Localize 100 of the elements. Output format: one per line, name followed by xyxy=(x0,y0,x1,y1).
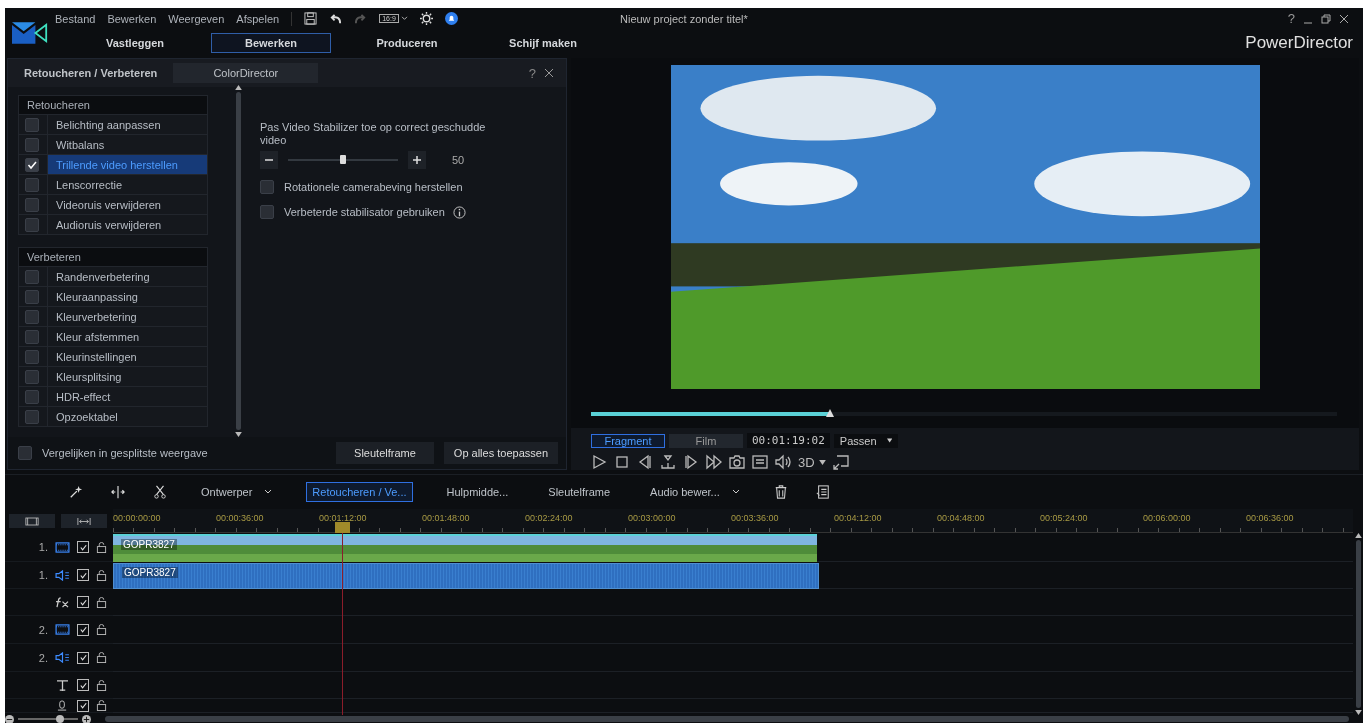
track-checkbox[interactable] xyxy=(77,699,89,712)
effect-item[interactable]: Kleurverbetering xyxy=(47,307,207,326)
checkbox[interactable] xyxy=(25,117,39,132)
checkbox[interactable] xyxy=(260,180,274,194)
lock-icon[interactable] xyxy=(96,596,107,608)
track-checkbox[interactable] xyxy=(77,651,89,664)
checkbox[interactable] xyxy=(25,137,39,152)
scroll-up-icon[interactable] xyxy=(1354,533,1362,538)
effect-item[interactable]: Kleuraanpassing xyxy=(47,287,207,306)
checkbox[interactable] xyxy=(25,217,39,232)
track-manager-button[interactable] xyxy=(9,514,55,528)
notification-icon[interactable] xyxy=(444,12,458,25)
track-checkbox[interactable] xyxy=(77,569,89,581)
effect-item[interactable]: Kleursplitsing xyxy=(47,367,207,386)
checkbox[interactable] xyxy=(25,269,39,284)
stop-icon[interactable] xyxy=(614,454,630,470)
checkbox[interactable] xyxy=(25,389,39,404)
scrubber[interactable] xyxy=(591,412,1337,416)
checkbox[interactable] xyxy=(25,329,39,344)
undo-icon[interactable] xyxy=(329,12,343,25)
lock-icon[interactable] xyxy=(96,569,107,581)
panel-button[interactable]: Op alles toepassen xyxy=(443,442,558,464)
redo-icon[interactable] xyxy=(354,12,368,25)
menu-item[interactable]: Bewerken xyxy=(107,12,157,25)
track-checkbox[interactable] xyxy=(77,679,89,691)
subtitles-icon[interactable] xyxy=(752,454,768,470)
previous-frame-icon[interactable] xyxy=(637,454,653,470)
split-icon[interactable] xyxy=(660,454,676,470)
split-icon[interactable] xyxy=(111,485,125,499)
audio-clip[interactable]: GOPR3827 xyxy=(113,563,819,589)
caret-icon[interactable] xyxy=(818,459,826,465)
nav-tab[interactable]: Vastleggen xyxy=(75,32,195,53)
panel-tab[interactable]: ColorDirector xyxy=(173,63,319,83)
horizontal-scrollbar[interactable] xyxy=(105,716,1349,722)
effect-item[interactable]: HDR-effect xyxy=(47,387,207,406)
zoom-out-icon[interactable] xyxy=(5,715,14,723)
play-icon[interactable] xyxy=(591,454,607,470)
increase-button[interactable] xyxy=(408,151,426,169)
panel-button[interactable]: Sleutelframe xyxy=(336,442,434,464)
nav-tab[interactable]: Produceren xyxy=(347,32,467,53)
effect-item[interactable]: Belichting aanpassen xyxy=(47,115,207,134)
toolbar-button[interactable]: Retoucheren / Ve... xyxy=(306,482,413,502)
effect-item[interactable]: Kleur afstemmen xyxy=(47,327,207,346)
checkbox[interactable] xyxy=(25,157,39,172)
toolbar-dropdown[interactable]: Ontwerper xyxy=(195,482,279,502)
scroll-down-icon[interactable] xyxy=(1354,710,1362,715)
undock-icon[interactable] xyxy=(832,454,849,470)
effect-item[interactable]: Trillende video herstellen xyxy=(47,155,207,174)
lock-icon[interactable] xyxy=(96,700,107,711)
close-icon[interactable] xyxy=(1339,13,1349,24)
toolbar-button[interactable]: Sleutelframe xyxy=(542,482,617,502)
checkbox[interactable] xyxy=(25,349,39,364)
fit-dropdown[interactable]: Passen xyxy=(833,433,898,448)
checkbox[interactable] xyxy=(25,309,39,324)
checkbox[interactable] xyxy=(25,197,39,212)
nav-tab[interactable]: Schijf maken xyxy=(483,32,603,53)
menu-item[interactable]: Bestand xyxy=(55,12,96,25)
effect-item[interactable]: Randenverbetering xyxy=(47,267,207,286)
track-checkbox[interactable] xyxy=(77,541,89,553)
scrollbar[interactable] xyxy=(234,85,242,437)
time-ruler[interactable]: 00:00:00:00 00:00:36:00 00:01:12:00 00:01:48:00 00:02:24:00 00:03:00:00 00:03:36:00 00:04:12:00 00:04:48:00 00:05:24:00 00:06:00:00 00:06:36:00 xyxy=(113,509,1353,533)
lock-icon[interactable] xyxy=(96,679,107,691)
scissors-icon[interactable] xyxy=(153,485,167,499)
lock-icon[interactable] xyxy=(96,541,107,553)
effect-item[interactable]: Lenscorrectie xyxy=(47,175,207,194)
effect-item[interactable]: Opzoektabel xyxy=(47,407,207,426)
effect-item[interactable]: Audioruis verwijderen xyxy=(47,215,207,234)
nav-tab[interactable]: Bewerken xyxy=(211,32,331,53)
playhead-handle[interactable] xyxy=(335,522,351,533)
lock-icon[interactable] xyxy=(96,624,107,635)
chevron-icon[interactable] xyxy=(400,16,408,21)
effect-item[interactable]: Kleurinstellingen xyxy=(47,347,207,366)
next-frame-icon[interactable] xyxy=(683,454,699,470)
scroll-up-icon[interactable] xyxy=(234,85,242,90)
video-clip[interactable]: GOPR3827 xyxy=(113,534,817,562)
mode-tab[interactable]: Fragment xyxy=(591,433,665,448)
track-checkbox[interactable] xyxy=(77,623,89,636)
checkbox[interactable] xyxy=(260,205,274,219)
toolbar-dropdown[interactable]: Audio bewer... xyxy=(644,482,746,502)
checkbox[interactable] xyxy=(25,289,39,304)
fast-forward-icon[interactable] xyxy=(706,454,722,470)
help-button[interactable]: ? xyxy=(528,65,536,81)
menu-item[interactable]: Weergeven xyxy=(168,12,225,25)
panel-tab[interactable]: Retoucheren / Verbeteren xyxy=(16,63,166,83)
restore-icon[interactable] xyxy=(1321,13,1331,24)
camera-icon[interactable] xyxy=(729,454,745,470)
checkbox[interactable] xyxy=(18,446,32,460)
checkbox[interactable] xyxy=(25,409,39,424)
toolbar-button[interactable]: Hulpmidde... xyxy=(440,482,515,502)
checkbox[interactable] xyxy=(25,369,39,384)
decrease-button[interactable] xyxy=(260,151,278,169)
menu-item[interactable]: Afspelen xyxy=(236,12,280,25)
lock-icon[interactable] xyxy=(96,652,107,663)
list-icon[interactable] xyxy=(815,485,830,499)
help-button[interactable]: ? xyxy=(1287,11,1295,26)
volume-icon[interactable] xyxy=(775,454,791,470)
fit-timeline-button[interactable] xyxy=(61,514,107,528)
info-icon[interactable] xyxy=(452,205,466,219)
settings-icon[interactable] xyxy=(419,12,433,25)
timecode-field[interactable]: 00:01:19:02 xyxy=(747,433,830,448)
